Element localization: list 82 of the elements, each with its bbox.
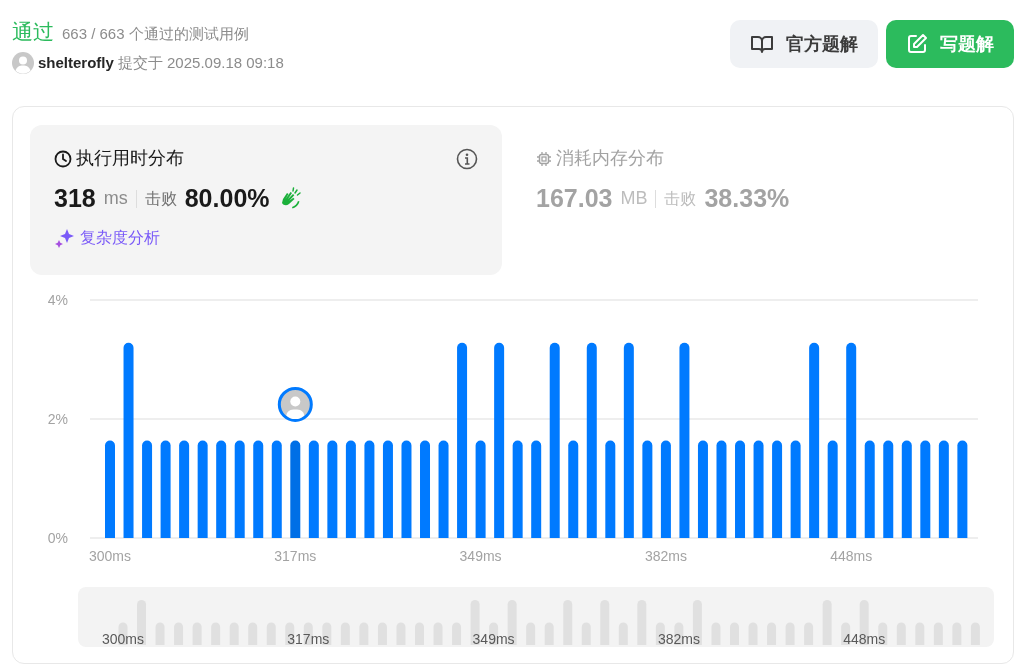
runtime-bar[interactable] [679, 342, 690, 538]
runtime-bar[interactable] [938, 440, 949, 538]
passed-cases-text: 663 / 663 个通过的测试用例 [62, 24, 249, 44]
navigator-label: 349ms [472, 631, 515, 647]
runtime-bar[interactable] [327, 440, 338, 538]
runtime-bar[interactable] [401, 440, 412, 538]
runtime-bar[interactable] [253, 440, 264, 538]
navigator-label: 382ms [657, 631, 700, 647]
runtime-bar[interactable] [364, 440, 375, 538]
runtime-bar[interactable] [790, 440, 801, 538]
x-axis-label: 382ms [644, 548, 687, 564]
x-axis-label: 300ms [89, 548, 131, 564]
runtime-bar[interactable] [290, 440, 301, 538]
runtime-bar[interactable] [123, 342, 134, 538]
runtime-bar[interactable] [345, 440, 356, 538]
clock-icon [54, 149, 72, 168]
runtime-bar[interactable] [438, 440, 449, 538]
tab-title: 消耗内存分布 [556, 147, 664, 170]
runtime-bar[interactable] [216, 440, 227, 538]
runtime-bar[interactable] [494, 342, 505, 538]
book-icon [750, 34, 774, 54]
runtime-bar[interactable] [234, 440, 245, 538]
runtime-bar[interactable] [846, 342, 857, 538]
y-axis-label: 4% [47, 292, 68, 308]
beats-percent: 38.33% [704, 183, 790, 214]
runtime-bar[interactable] [864, 440, 875, 538]
runtime-bar[interactable] [605, 440, 616, 538]
beats-label: 击败 [664, 188, 697, 209]
beats-label: 击败 [144, 188, 177, 209]
status-text: 通过 [12, 19, 54, 45]
beats-percent: 80.00% [184, 183, 270, 214]
runtime-bar[interactable] [568, 440, 579, 538]
navigator-label: 300ms [102, 631, 144, 647]
runtime-bar[interactable] [642, 440, 653, 538]
runtime-bar[interactable] [883, 440, 894, 538]
edit-icon [906, 33, 928, 55]
runtime-bar[interactable] [271, 440, 282, 538]
y-axis-label: 0% [47, 530, 68, 546]
runtime-bar[interactable] [623, 342, 634, 538]
user-position-avatar [277, 386, 313, 422]
runtime-bar[interactable] [716, 440, 727, 538]
runtime-bar[interactable] [660, 440, 671, 538]
runtime-bar[interactable] [308, 440, 319, 538]
runtime-bar[interactable] [809, 342, 820, 538]
runtime-bar[interactable] [901, 440, 912, 538]
stat-unit: MB [620, 187, 648, 211]
runtime-bar[interactable] [457, 342, 468, 538]
username-link[interactable]: shelterofly [38, 51, 114, 74]
complexity-analysis-link[interactable]: 复杂度分析 [54, 225, 160, 250]
navigator-label: 448ms [843, 631, 886, 647]
runtime-bar[interactable] [382, 440, 393, 538]
runtime-tab[interactable]: 执行用时分布 318 ms 击败 80.00% 复杂度分析 [30, 125, 502, 275]
x-axis-label: 317ms [274, 548, 317, 564]
runtime-bar[interactable] [920, 440, 931, 538]
info-icon[interactable] [456, 147, 478, 170]
runtime-bar[interactable] [586, 342, 597, 538]
avatar-icon [12, 51, 34, 74]
tab-title: 执行用时分布 [76, 147, 184, 170]
x-axis-label: 448ms [830, 548, 873, 564]
navigator-label: 317ms [287, 631, 330, 647]
y-axis-label: 2% [47, 411, 68, 427]
runtime-bar[interactable] [772, 440, 783, 538]
official-solution-button[interactable]: 官方题解 [730, 20, 878, 68]
stat-value: 167.03 [536, 183, 613, 214]
runtime-bar[interactable] [531, 440, 542, 538]
x-axis-label: 349ms [459, 548, 502, 564]
runtime-bar[interactable] [957, 440, 968, 538]
runtime-bar[interactable] [827, 440, 838, 538]
stat-value: 318 [54, 183, 96, 214]
chip-icon [536, 150, 552, 167]
runtime-bar[interactable] [197, 440, 208, 538]
stat-unit: ms [103, 187, 128, 211]
submitted-time: 提交于 2025.09.18 09:18 [117, 52, 284, 73]
runtime-bar[interactable] [753, 440, 764, 538]
runtime-bar[interactable] [697, 440, 708, 538]
runtime-bar[interactable] [549, 342, 560, 538]
runtime-bar[interactable] [160, 440, 171, 538]
runtime-bar[interactable] [179, 440, 190, 538]
runtime-bar[interactable] [475, 440, 486, 538]
runtime-bar[interactable] [512, 440, 523, 538]
range-navigator[interactable]: 300ms 317ms 349ms 382ms 448ms [78, 587, 994, 647]
runtime-bar[interactable] [142, 440, 153, 538]
